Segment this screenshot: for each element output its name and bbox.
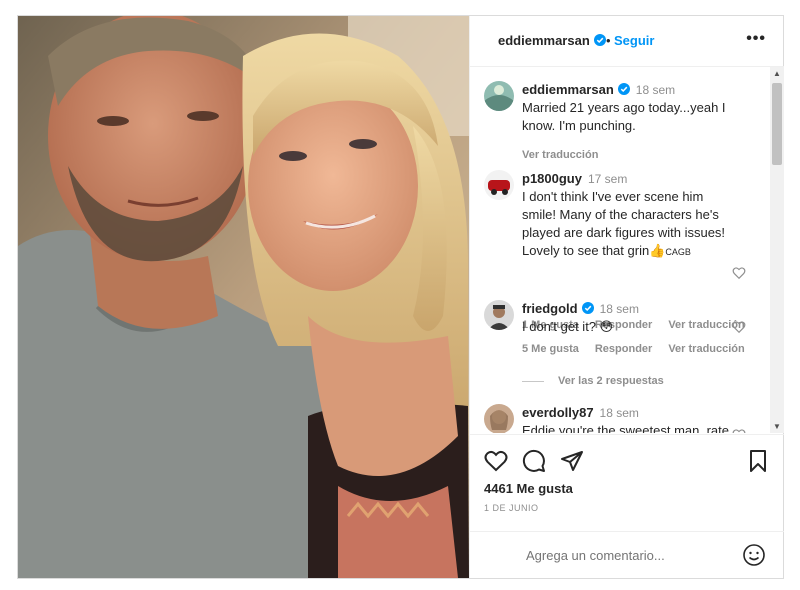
like-comment-heart-icon[interactable]	[732, 428, 746, 433]
replies-line	[522, 380, 544, 382]
comment-icon[interactable]	[522, 449, 546, 473]
like-comment-heart-icon[interactable]	[732, 320, 746, 334]
add-comment-bar	[470, 531, 784, 580]
comment-meta: Ver traducción	[522, 149, 614, 161]
post-actions: 4461 Me gusta 1 DE JUNIO	[470, 434, 784, 579]
comment-likes[interactable]: 5 Me gusta	[522, 343, 579, 355]
comments-list[interactable]: eddiemmarsan 18 sem Married 21 years ago …	[470, 67, 770, 433]
verified-icon	[593, 34, 606, 46]
comment-time[interactable]: 18 sem	[600, 302, 639, 316]
comment-suffix: CAGB	[665, 247, 691, 257]
share-icon[interactable]	[560, 449, 584, 473]
view-replies-button[interactable]: Ver las 2 respuestas	[522, 375, 664, 387]
likes-count[interactable]: 4461 Me gusta	[484, 481, 573, 496]
comment-body: everdolly87 18 sem Eddie you're the sweet…	[522, 404, 732, 433]
comment-text: Married 21 years ago today...yeah I know…	[522, 100, 726, 133]
couple-photo-image	[18, 16, 469, 578]
comment-time[interactable]: 18 sem	[600, 406, 639, 420]
avatar[interactable]	[484, 300, 514, 330]
avatar-image	[484, 300, 514, 330]
comment-text: I don't get it? 😳	[522, 319, 614, 334]
avatar[interactable]	[484, 81, 514, 111]
header-separator: •	[606, 33, 611, 48]
post-dialog: eddiemmarsan • Seguir ••• eddiemmarsan 18…	[17, 15, 784, 579]
follow-button[interactable]: Seguir	[614, 33, 654, 48]
comment-username[interactable]: eddiemmarsan	[522, 82, 614, 97]
comment-username[interactable]: friedgold	[522, 301, 578, 316]
bookmark-icon[interactable]	[746, 449, 770, 473]
scrollbar-thumb[interactable]	[772, 83, 782, 165]
avatar-image	[484, 170, 514, 200]
post-header: eddiemmarsan • Seguir •••	[470, 16, 784, 67]
comment-username[interactable]: p1800guy	[522, 171, 582, 186]
comments-scrollbar[interactable]: ▲ ▼	[770, 67, 784, 433]
post-photo[interactable]	[18, 16, 469, 578]
avatar[interactable]	[484, 404, 514, 433]
more-icon[interactable]: •••	[746, 30, 766, 48]
avatar[interactable]	[484, 170, 514, 200]
comment-text: Eddie you're the sweetest man, rate	[522, 423, 729, 433]
comment-time[interactable]: 17 sem	[588, 172, 627, 186]
scroll-up-arrow-icon[interactable]: ▲	[773, 69, 781, 78]
comment-time[interactable]: 18 sem	[636, 83, 675, 97]
post-date[interactable]: 1 DE JUNIO	[484, 503, 539, 513]
header-username[interactable]: eddiemmarsan	[498, 33, 606, 48]
avatar-image	[484, 404, 514, 433]
translate-link[interactable]: Ver traducción	[668, 343, 744, 355]
comment-body: p1800guy 17 sem I don't think I've ever s…	[522, 170, 732, 261]
scroll-down-arrow-icon[interactable]: ▼	[773, 422, 781, 431]
translate-link[interactable]: Ver traducción	[522, 149, 598, 161]
heart-icon[interactable]	[484, 449, 508, 473]
comment-username[interactable]: everdolly87	[522, 405, 594, 420]
comment-body: eddiemmarsan 18 sem Married 21 years ago …	[522, 81, 732, 135]
emoji-icon[interactable]	[742, 543, 766, 567]
comment-input[interactable]	[526, 548, 726, 563]
post-side-panel: eddiemmarsan • Seguir ••• eddiemmarsan 18…	[469, 16, 784, 578]
verified-icon	[581, 302, 594, 314]
like-comment-heart-icon[interactable]	[732, 266, 746, 280]
avatar-image	[484, 81, 514, 111]
view-replies-label: Ver las 2 respuestas	[558, 375, 664, 387]
comment-body: friedgold 18 sem I don't get it? 😳	[522, 300, 732, 336]
comment-meta: 5 Me gusta Responder Ver traducción	[522, 343, 761, 355]
verified-icon	[617, 83, 630, 95]
reply-link[interactable]: Responder	[595, 343, 652, 355]
comment-text: I don't think I've ever scene him smile!…	[522, 189, 726, 258]
